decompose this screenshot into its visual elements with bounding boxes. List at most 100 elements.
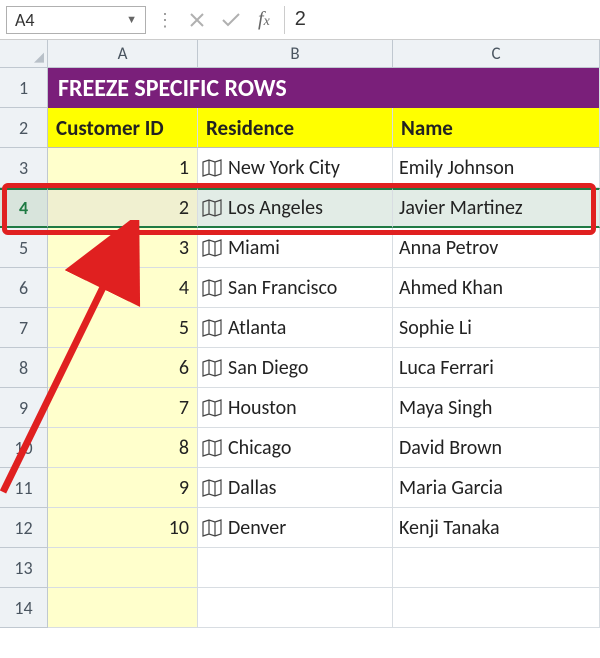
cancel-edit-button[interactable] (184, 7, 210, 33)
cell-name[interactable]: Javier Martinez (393, 188, 600, 228)
residence-text: San Diego (228, 356, 308, 380)
table-row: 1 FREEZE SPECIFIC ROWS (0, 68, 600, 108)
header-residence[interactable]: Residence (198, 108, 393, 148)
cell-name[interactable]: Emily Johnson (393, 148, 600, 188)
table-row: 13 (0, 548, 600, 588)
map-icon (202, 159, 222, 177)
cell[interactable] (48, 548, 198, 588)
cell[interactable] (393, 588, 600, 628)
map-icon (202, 239, 222, 257)
table-row: 53 Miami Anna Petrov (0, 228, 600, 268)
table-row: 97 Houston Maya Singh (0, 388, 600, 428)
confirm-edit-button[interactable] (218, 7, 244, 33)
row-header[interactable]: 3 (0, 148, 48, 188)
residence-text: Denver (228, 516, 286, 540)
map-icon (202, 399, 222, 417)
cell-customer-id[interactable]: 1 (48, 148, 198, 188)
column-header-b[interactable]: B (198, 40, 393, 68)
column-headers: ◢ A B C (0, 40, 600, 68)
map-icon (202, 479, 222, 497)
table-row: 119 Dallas Maria Garcia (0, 468, 600, 508)
row-header[interactable]: 13 (0, 548, 48, 588)
map-icon (202, 199, 222, 217)
row-header[interactable]: 6 (0, 268, 48, 308)
residence-text: Atlanta (228, 316, 286, 340)
map-icon (202, 279, 222, 297)
cell[interactable] (198, 548, 393, 588)
table-row: 108 Chicago David Brown (0, 428, 600, 468)
name-box-value: A4 (15, 9, 35, 31)
cell[interactable] (393, 548, 600, 588)
spreadsheet-grid[interactable]: ◢ A B C 1 FREEZE SPECIFIC ROWS 2 Custome… (0, 40, 600, 628)
header-customer-id[interactable]: Customer ID (48, 108, 198, 148)
cell-residence[interactable]: Denver (198, 508, 393, 548)
cell-name[interactable]: Ahmed Khan (393, 268, 600, 308)
residence-text: New York City (228, 156, 340, 180)
table-row: 31 New York City Emily Johnson (0, 148, 600, 188)
table-row: 14 (0, 588, 600, 628)
table-row: 1210 Denver Kenji Tanaka (0, 508, 600, 548)
row-header[interactable]: 12 (0, 508, 48, 548)
cell-customer-id[interactable]: 5 (48, 308, 198, 348)
row-header[interactable]: 11 (0, 468, 48, 508)
cell-residence[interactable]: San Francisco (198, 268, 393, 308)
table-row: 42 Los Angeles Javier Martinez (0, 188, 600, 228)
cell-name[interactable]: Maria Garcia (393, 468, 600, 508)
formula-input[interactable] (284, 6, 594, 34)
cell-residence[interactable]: Miami (198, 228, 393, 268)
select-all-triangle[interactable]: ◢ (0, 40, 48, 68)
row-header[interactable]: 14 (0, 588, 48, 628)
row-header[interactable]: 7 (0, 308, 48, 348)
cell-customer-id[interactable]: 9 (48, 468, 198, 508)
fx-icon[interactable]: fx (258, 8, 270, 31)
cell-customer-id[interactable]: 8 (48, 428, 198, 468)
residence-text: Houston (228, 396, 297, 420)
cell[interactable] (198, 588, 393, 628)
residence-text: Miami (228, 236, 280, 260)
cell-customer-id[interactable]: 3 (48, 228, 198, 268)
cell-customer-id[interactable]: 4 (48, 268, 198, 308)
cell-name[interactable]: Anna Petrov (393, 228, 600, 268)
cell-name[interactable]: Kenji Tanaka (393, 508, 600, 548)
cell-residence[interactable]: New York City (198, 148, 393, 188)
cell-residence[interactable]: Houston (198, 388, 393, 428)
title-cell[interactable]: FREEZE SPECIFIC ROWS (48, 68, 600, 108)
name-box[interactable]: A4 ▼ (6, 6, 146, 34)
row-header[interactable]: 1 (0, 68, 48, 108)
map-icon (202, 319, 222, 337)
row-header[interactable]: 5 (0, 228, 48, 268)
cell-name[interactable]: Luca Ferrari (393, 348, 600, 388)
table-row: 2 Customer ID Residence Name (0, 108, 600, 148)
chevron-down-icon: ▼ (126, 13, 137, 26)
cell-customer-id[interactable]: 10 (48, 508, 198, 548)
cell-residence[interactable]: Dallas (198, 468, 393, 508)
residence-text: San Francisco (228, 276, 337, 300)
row-header[interactable]: 2 (0, 108, 48, 148)
residence-text: Los Angeles (228, 196, 323, 220)
row-header[interactable]: 8 (0, 348, 48, 388)
residence-text: Dallas (228, 476, 276, 500)
cell-customer-id[interactable]: 7 (48, 388, 198, 428)
cell-residence[interactable]: Atlanta (198, 308, 393, 348)
cell-customer-id[interactable]: 2 (48, 188, 198, 228)
row-header[interactable]: 10 (0, 428, 48, 468)
cell[interactable] (48, 588, 198, 628)
cell-name[interactable]: Sophie Li (393, 308, 600, 348)
cell-residence[interactable]: Chicago (198, 428, 393, 468)
row-header[interactable]: 9 (0, 388, 48, 428)
cell-name[interactable]: David Brown (393, 428, 600, 468)
table-row: 86 San Diego Luca Ferrari (0, 348, 600, 388)
residence-text: Chicago (228, 436, 291, 460)
column-header-c[interactable]: C (393, 40, 600, 68)
cell-residence[interactable]: Los Angeles (198, 188, 393, 228)
table-row: 75 Atlanta Sophie Li (0, 308, 600, 348)
formula-bar: A4 ▼ ⋮ fx (0, 0, 600, 40)
cell-customer-id[interactable]: 6 (48, 348, 198, 388)
table-row: 64 San Francisco Ahmed Khan (0, 268, 600, 308)
row-header[interactable]: 4 (0, 188, 48, 228)
cell-name[interactable]: Maya Singh (393, 388, 600, 428)
cell-residence[interactable]: San Diego (198, 348, 393, 388)
column-header-a[interactable]: A (48, 40, 198, 68)
map-icon (202, 439, 222, 457)
header-name[interactable]: Name (393, 108, 600, 148)
